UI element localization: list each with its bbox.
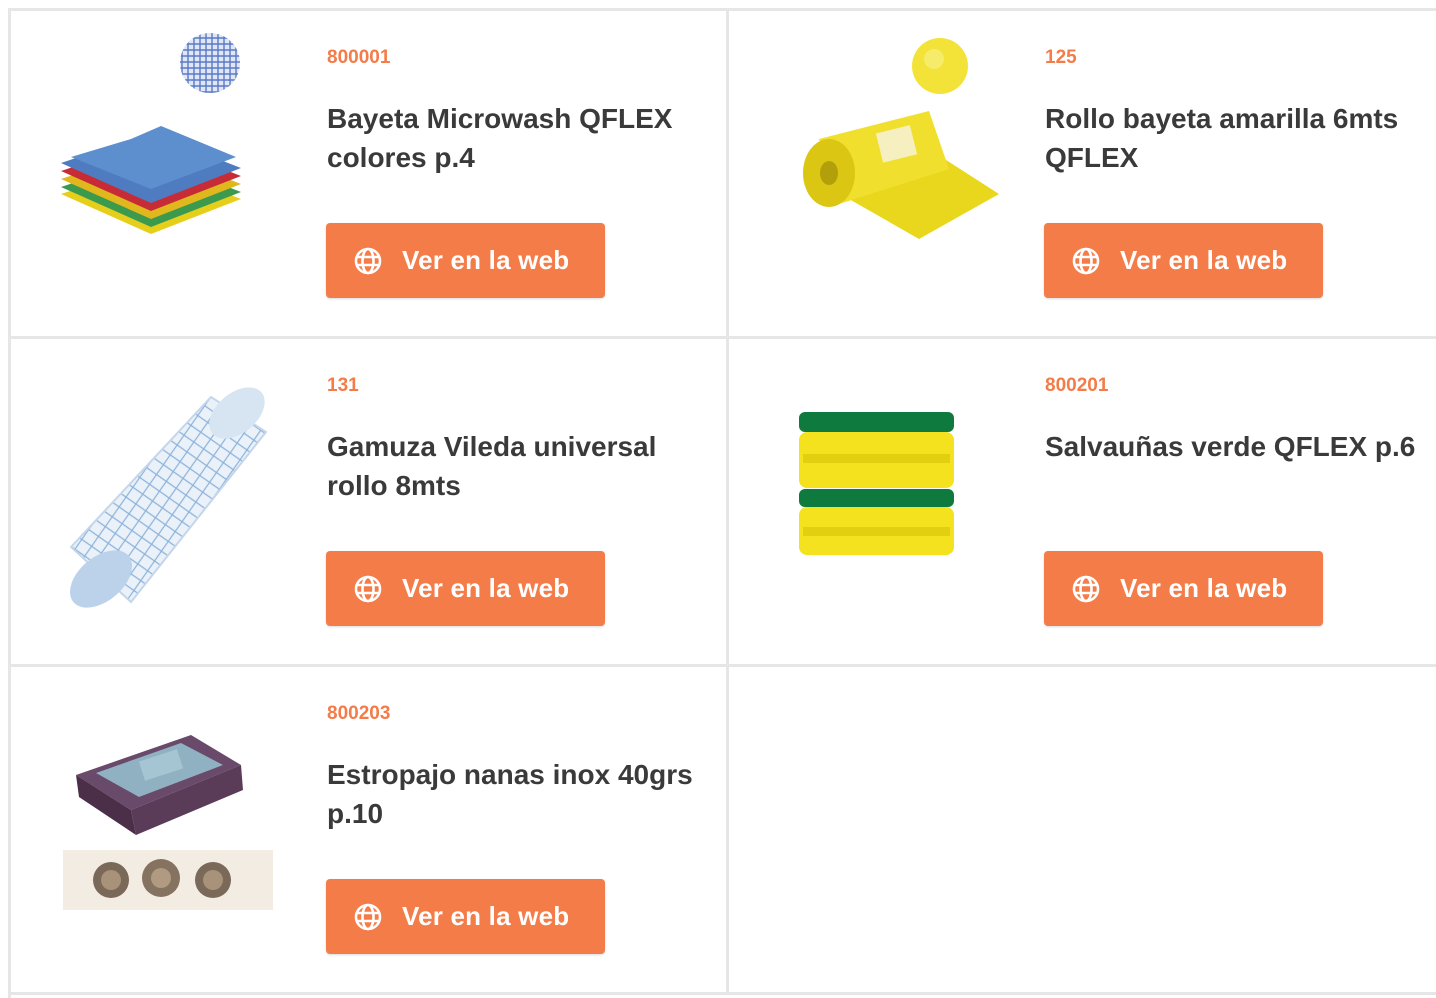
product-card: 800203 Estropajo nanas inox 40grs p.10 V… [11, 667, 729, 995]
yellow-roll-image [803, 38, 999, 239]
button-label: Ver en la web [402, 245, 570, 275]
steel-wool-box-image [63, 735, 273, 910]
product-card: 800001 Bayeta Microwash QFLEX colores p.… [11, 11, 729, 339]
product-code: 800203 [327, 703, 391, 724]
view-on-web-button[interactable]: Ver en la web [326, 551, 605, 626]
product-card: 800201 Salvauñas verde QFLEX p.6 Ver en … [729, 339, 1436, 667]
blue-roll-image [69, 387, 268, 608]
view-on-web-button[interactable]: Ver en la web [326, 223, 605, 298]
product-code: 800001 [327, 47, 391, 68]
button-label: Ver en la web [402, 901, 570, 931]
button-label: Ver en la web [1120, 573, 1288, 603]
empty-card [729, 667, 1436, 995]
product-code: 131 [327, 375, 359, 396]
globe-icon [1072, 575, 1100, 602]
product-name[interactable]: Bayeta Microwash QFLEX colores p.4 [327, 99, 707, 177]
product-grid: 800001 Bayeta Microwash QFLEX colores p.… [8, 8, 1436, 998]
product-code: 125 [1045, 47, 1077, 68]
product-name[interactable]: Estropajo nanas inox 40grs p.10 [327, 755, 707, 833]
button-label: Ver en la web [402, 573, 570, 603]
globe-icon [1072, 247, 1100, 274]
product-name[interactable]: Rollo bayeta amarilla 6mts QFLEX [1045, 99, 1425, 177]
globe-icon [354, 575, 382, 602]
button-label: Ver en la web [1120, 245, 1288, 275]
product-name[interactable]: Gamuza Vileda universal rollo 8mts [327, 427, 707, 505]
scouring-sponges-image [799, 412, 954, 555]
globe-icon [354, 903, 382, 930]
view-on-web-button[interactable]: Ver en la web [1044, 551, 1323, 626]
product-card: 125 Rollo bayeta amarilla 6mts QFLEX Ver… [729, 11, 1436, 339]
product-code: 800201 [1045, 375, 1109, 396]
product-name[interactable]: Salvauñas verde QFLEX p.6 [1045, 427, 1425, 466]
view-on-web-button[interactable]: Ver en la web [1044, 223, 1323, 298]
product-card: 131 Gamuza Vileda universal rollo 8mts V… [11, 339, 729, 667]
globe-icon [354, 247, 382, 274]
view-on-web-button[interactable]: Ver en la web [326, 879, 605, 954]
stacked-cloths-image [61, 33, 241, 234]
